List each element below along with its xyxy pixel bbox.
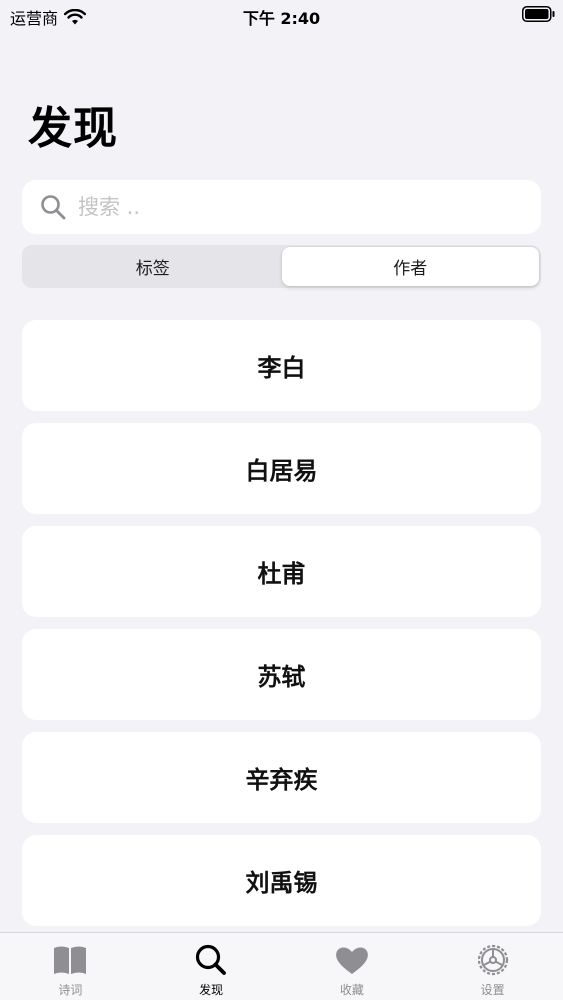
tab-discover[interactable]: 发现	[141, 933, 282, 1000]
tab-label: 发现	[199, 983, 224, 997]
status-time: 下午 2:40	[242, 9, 321, 28]
heart-icon	[336, 947, 368, 974]
author-list: 李白 白居易 杜甫 苏轼 辛弃疾 刘禹锡	[22, 320, 541, 938]
tab-label: 诗词	[58, 983, 83, 997]
segment-authors[interactable]: 作者	[281, 247, 539, 286]
author-card[interactable]: 苏轼	[22, 629, 541, 720]
tab-bar: 诗词 发现 收藏 设置	[0, 932, 563, 1000]
author-card[interactable]: 杜甫	[22, 526, 541, 617]
tab-label: 设置	[480, 983, 505, 997]
author-card[interactable]: 辛弃疾	[22, 732, 541, 823]
search-input[interactable]	[78, 187, 541, 227]
segment-tags[interactable]: 标签	[24, 247, 282, 286]
discover-screen: 运营商 下午 2:40 发现 标签 作者 李白 白居易 杜甫	[0, 0, 563, 1000]
tab-favorites[interactable]: 收藏	[282, 933, 423, 1000]
battery-icon	[522, 6, 555, 22]
segmented-control: 标签 作者	[22, 245, 541, 288]
status-bar: 运营商 下午 2:40	[0, 0, 563, 30]
gear-icon	[477, 944, 508, 976]
search-bar[interactable]	[22, 180, 541, 234]
tab-label: 收藏	[339, 983, 364, 997]
search-icon	[196, 944, 227, 975]
tab-poems[interactable]: 诗词	[0, 933, 141, 1000]
page-title: 发现	[28, 103, 118, 154]
author-card[interactable]: 李白	[22, 320, 541, 411]
book-icon	[54, 946, 87, 974]
author-card[interactable]: 白居易	[22, 423, 541, 514]
tab-settings[interactable]: 设置	[422, 933, 563, 1000]
search-icon	[41, 195, 66, 220]
author-card[interactable]: 刘禹锡	[22, 835, 541, 926]
